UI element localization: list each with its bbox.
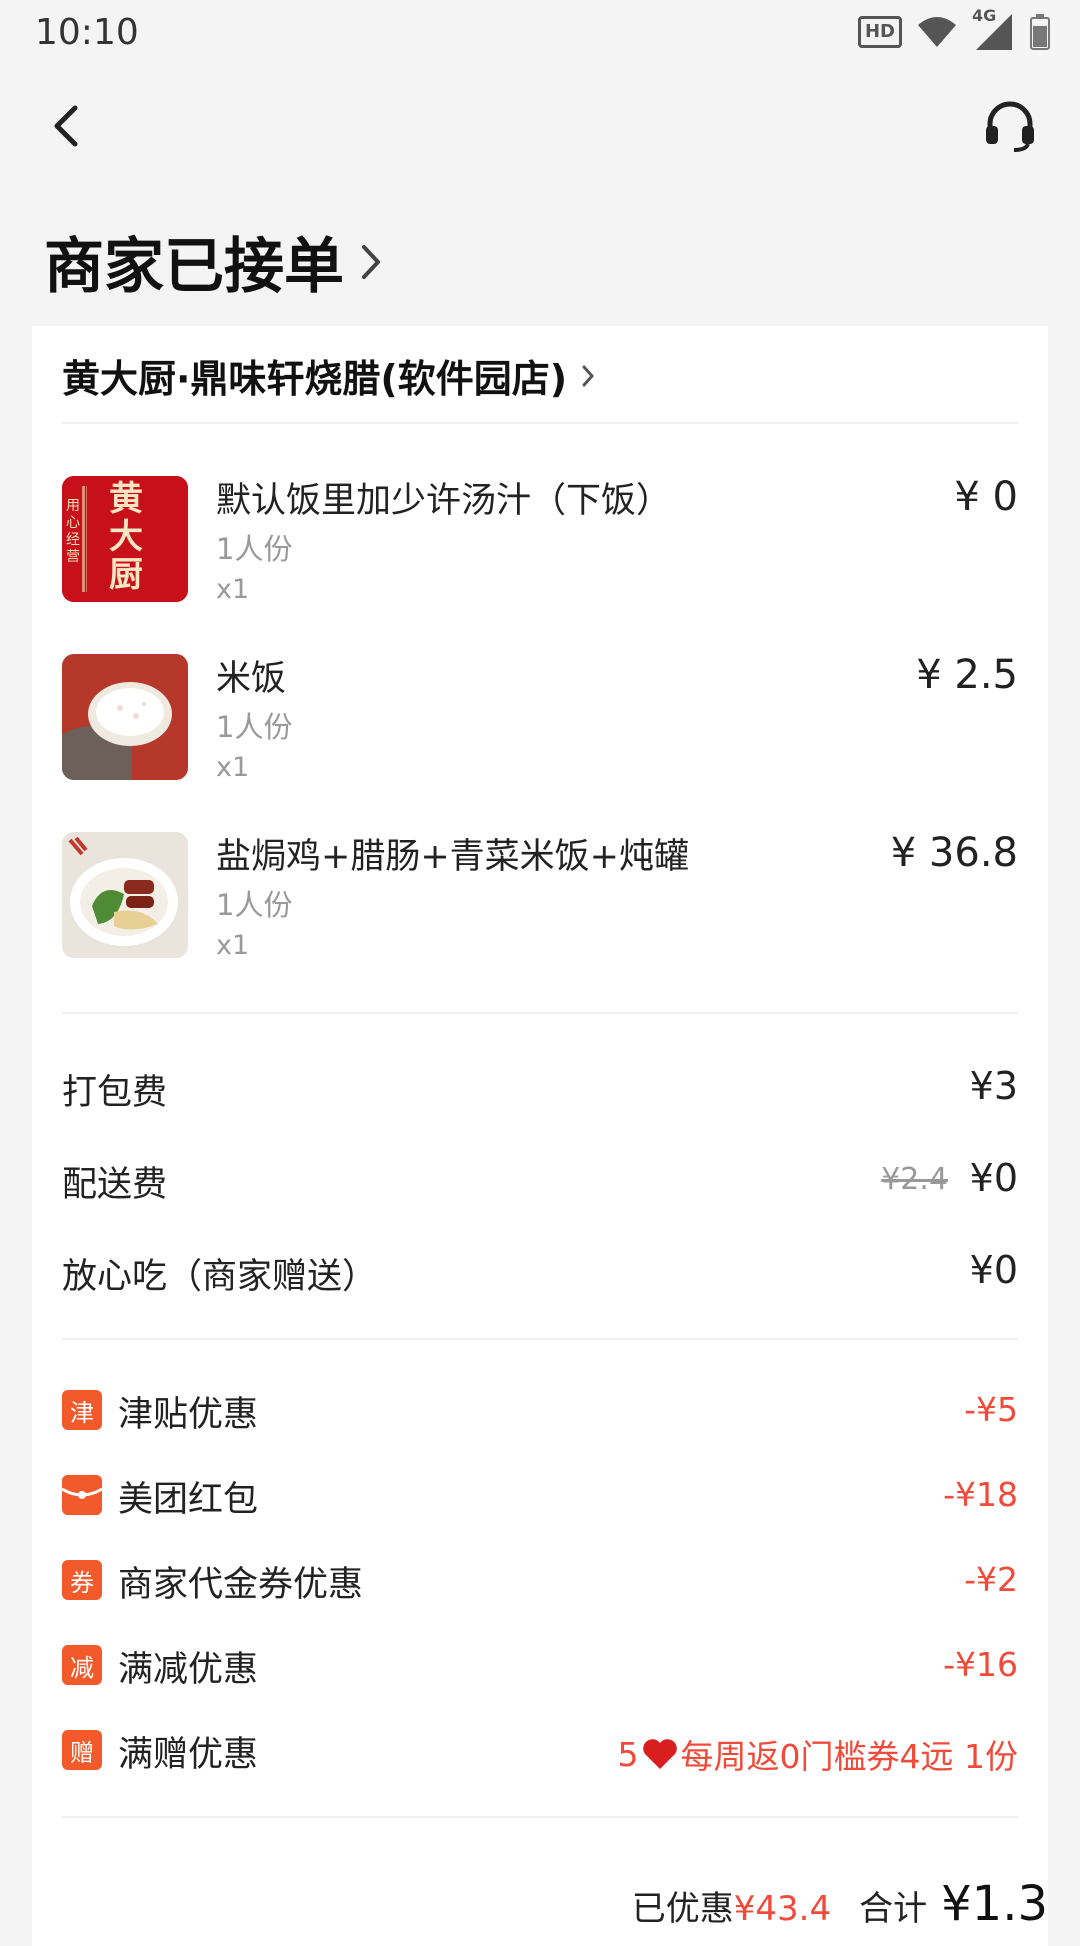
chevron-right-icon [362,244,380,279]
discount-row: 津 津贴优惠 -¥5 [62,1386,1018,1436]
order-summary: 已优惠 ¥43.4 合计 ¥1.3 [632,1876,1048,1932]
packing-fee-row: 打包费 ¥3 [62,1064,1018,1114]
item-quantity: x1 [216,930,250,961]
fee-label: 配送费 [62,1165,168,1205]
thumb-side-text: 用心经营 [66,498,80,565]
discount-label: 满减优惠 [118,1650,259,1690]
item-price: ¥ 36.8 [890,830,1018,876]
shop-link[interactable]: 黄大厨·鼎味轩烧腊(软件园店) [62,348,595,403]
safe-eat-row: 放心吃（商家赠送） ¥0 [62,1248,1018,1298]
item-spec: 1人份 [216,532,293,566]
heart-icon [642,1739,677,1769]
back-arrow-icon [54,105,78,147]
status-time: 10:10 [35,12,139,53]
status-icons: HD 4G [857,6,1050,54]
item-price: ¥ 0 [954,474,1018,520]
headset-icon [986,101,1034,152]
discount-row: 赠 满赠优惠 5 每周返0门槛券4远 1份 [62,1726,1018,1776]
item-spec: 1人份 [216,888,293,922]
item-quantity: x1 [216,574,250,605]
reduction-tag-icon: 减 [62,1645,102,1685]
discount-value: -¥2 [964,1560,1018,1599]
item-name: 盐焗鸡+腊肠+青菜米饭+炖罐 [216,837,689,877]
discount-value: -¥18 [943,1475,1018,1514]
item-name: 默认饭里加少许汤汁（下饭） [216,481,672,521]
nav-bar [0,64,1080,184]
discount-label: 津贴优惠 [118,1395,259,1435]
divider [62,1012,1018,1014]
item-thumbnail [62,654,188,780]
total-amount: ¥1.3 [941,1876,1048,1932]
fee-label: 放心吃（商家赠送） [62,1257,378,1297]
back-button[interactable] [40,100,92,152]
chevron-right-icon [582,365,595,386]
discount-label: 商家代金券优惠 [118,1565,364,1605]
order-item: 盐焗鸡+腊肠+青菜米饭+炖罐 1人份 x1 ¥ 36.8 [62,830,1018,962]
saved-amount: ¥43.4 [733,1889,832,1929]
discount-row: 减 满减优惠 -¥16 [62,1641,1018,1691]
battery-icon [1030,14,1050,50]
item-thumbnail [62,832,188,958]
gift-description: 每周返0门槛券4远 1份 [680,1737,1018,1776]
gift-tag-icon: 赠 [62,1730,102,1770]
discount-label: 满赠优惠 [118,1735,259,1775]
order-status-title: 商家已接单 [44,232,344,302]
order-item: 用心经营 黄大厨 默认饭里加少许汤汁（下饭） 1人份 x1 ¥ 0 [62,474,1018,606]
divider [62,1816,1018,1818]
saved-label: 已优惠 [631,1889,734,1929]
customer-service-button[interactable] [980,96,1040,156]
item-spec: 1人份 [216,710,293,744]
fee-value: ¥0 [969,1248,1018,1292]
rice-bowl-image [62,654,188,780]
hd-icon: HD [857,16,902,48]
original-fee: ¥2.4 [881,1162,948,1197]
item-quantity: x1 [216,752,250,783]
discount-row: 券 商家代金券优惠 -¥2 [62,1556,1018,1606]
chicken-rice-image [62,832,188,958]
fee-label: 打包费 [62,1073,168,1113]
total-label: 合计 [859,1889,928,1929]
item-price: ¥ 2.5 [916,652,1018,698]
delivery-fee-row: 配送费 ¥2.4 ¥0 [62,1156,1018,1206]
fee-value: ¥3 [969,1064,1018,1108]
gift-count: 5 [617,1734,639,1774]
shop-name: 黄大厨·鼎味轩烧腊(软件园店) [62,357,568,401]
order-status-link[interactable]: 商家已接单 [44,218,382,305]
gift-discount-value: 5 每周返0门槛券4远 1份 [618,1730,1018,1778]
order-detail-card: 黄大厨·鼎味轩烧腊(软件园店) 用心经营 黄大厨 默认饭里加少许汤汁（下饭） 1… [32,326,1048,1946]
divider [62,1338,1018,1340]
divider [62,422,1018,424]
allowance-tag-icon: 津 [62,1390,102,1430]
discount-value: -¥5 [964,1390,1018,1429]
red-packet-icon [62,1475,102,1515]
item-name: 米饭 [216,659,287,699]
discount-label: 美团红包 [118,1480,259,1520]
status-bar: 10:10 HD 4G [0,0,1080,64]
signal-icon: 4G [972,6,1016,54]
coupon-tag-icon: 券 [62,1560,102,1600]
discount-row: 美团红包 -¥18 [62,1471,1018,1521]
thumb-brand-text: 黄大厨 [109,479,143,595]
order-item: 米饭 1人份 x1 ¥ 2.5 [62,652,1018,784]
discount-value: -¥16 [943,1645,1018,1684]
item-thumbnail: 用心经营 黄大厨 [62,476,188,602]
wifi-icon [918,17,956,47]
fee-value: ¥0 [969,1156,1018,1200]
